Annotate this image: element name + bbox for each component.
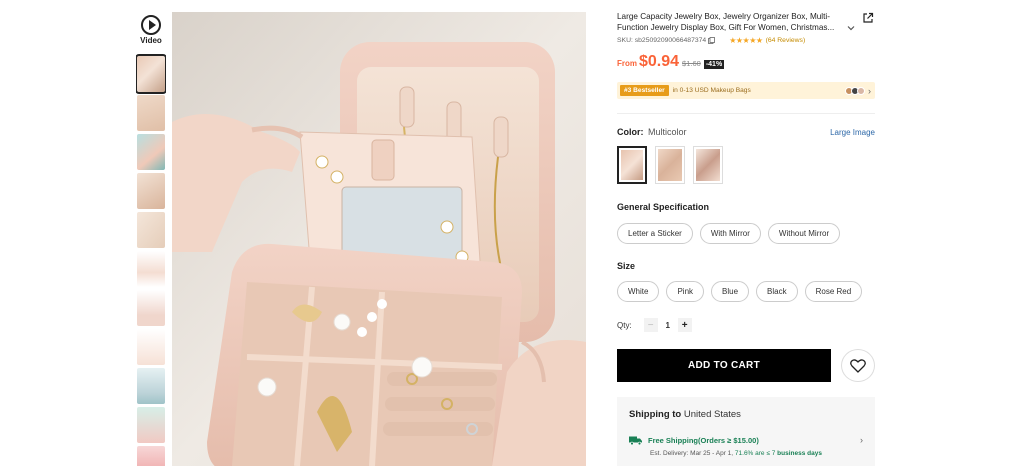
free-shipping-row[interactable]: Free Shipping(Orders ≥ $15.00) › — [629, 435, 863, 445]
video-button[interactable]: Video — [136, 15, 166, 53]
reviews-link[interactable]: (64 Reviews) — [766, 37, 806, 44]
discount-badge: -41% — [703, 60, 725, 69]
size-option-black[interactable]: Black — [756, 281, 798, 302]
mini-product-image — [857, 86, 865, 95]
qty-plus-button[interactable]: + — [677, 318, 692, 332]
color-swatch-3[interactable] — [693, 146, 723, 184]
est-delivery-text: Est. Delivery: Mar 25 - Apr 1, — [650, 450, 734, 457]
copy-icon[interactable] — [708, 37, 716, 44]
thumbnail-8[interactable] — [137, 329, 165, 365]
thumbnail-1[interactable] — [136, 54, 166, 94]
price-prefix: From — [617, 59, 637, 68]
size-title: Size — [617, 261, 636, 271]
swatch-image — [658, 149, 682, 181]
sku-text: SKU: sb25092090066487374 — [617, 37, 707, 44]
title-row: Large Capacity Jewelry Box, Jewelry Orga… — [617, 12, 875, 33]
share-icon[interactable] — [862, 12, 874, 24]
bestseller-badge: #3 Bestseller — [620, 85, 669, 96]
thumbnail-10[interactable] — [137, 407, 165, 443]
shipping-title: Shipping to — [629, 409, 682, 420]
qty-label: Qty: — [617, 320, 632, 330]
color-swatch-1[interactable] — [617, 146, 647, 184]
spec-title: General Specification — [617, 202, 710, 212]
chevron-down-icon[interactable] — [846, 24, 856, 32]
spec-option-without-mirror[interactable]: Without Mirror — [767, 223, 841, 244]
large-image-link[interactable]: Large Image — [830, 128, 875, 137]
thumbnail-4[interactable] — [137, 173, 165, 209]
thumbnail-column: Video — [136, 12, 166, 466]
color-swatches — [617, 146, 731, 184]
est-delivery-days: business days — [777, 450, 822, 457]
thumbnail-5[interactable] — [137, 212, 165, 248]
spec-option-with-mirror[interactable]: With Mirror — [699, 223, 761, 244]
heart-icon — [850, 358, 866, 373]
thumbnail-3[interactable] — [137, 134, 165, 170]
thumbnail-6[interactable] — [137, 251, 165, 287]
thumbnail-7[interactable] — [137, 290, 165, 326]
thumbnail-11[interactable] — [137, 446, 165, 466]
shipping-section: Shipping to United States Free Shipping(… — [617, 397, 875, 466]
color-label: Color: — [617, 127, 644, 137]
jewelry-box-illustration — [172, 12, 586, 466]
add-to-cart-button[interactable]: ADD TO CART — [617, 349, 831, 382]
wishlist-button[interactable] — [841, 349, 875, 382]
price-row: From $0.94 $1.60 -41% — [617, 53, 725, 71]
qty-value[interactable]: 1 — [658, 321, 678, 330]
color-row: Color: Multicolor Large Image — [617, 127, 875, 137]
chevron-right-icon: › — [868, 85, 871, 96]
thumbnail-2[interactable] — [137, 95, 165, 131]
product-info-panel: Large Capacity Jewelry Box, Jewelry Orga… — [617, 0, 877, 466]
bestseller-thumbnails: › — [845, 85, 871, 96]
meta-row: SKU: sb25092090066487374 ★★★★★ (64 Revie… — [617, 36, 877, 45]
est-delivery-percent: 71.6% are ≤ 7 — [734, 450, 776, 457]
free-shipping-text: Free Shipping(Orders ≥ $15.00) — [648, 435, 759, 445]
rating-stars: ★★★★★ — [729, 36, 763, 45]
spec-option-letter-sticker[interactable]: Letter a Sticker — [617, 223, 693, 244]
size-option-rose-red[interactable]: Rose Red — [804, 281, 863, 302]
size-options: White Pink Blue Black Rose Red — [617, 281, 869, 302]
product-title: Large Capacity Jewelry Box, Jewelry Orga… — [617, 12, 835, 32]
color-swatch-2[interactable] — [655, 146, 685, 184]
video-label: Video — [140, 36, 162, 45]
bestseller-banner[interactable]: #3 Bestseller in 0-13 USD Makeup Bags › — [617, 82, 875, 99]
thumbnail-9[interactable] — [137, 368, 165, 404]
spec-options: Letter a Sticker With Mirror Without Mir… — [617, 223, 847, 244]
quantity-stepper: Qty: − 1 + — [617, 318, 692, 332]
size-option-blue[interactable]: Blue — [711, 281, 750, 302]
shipping-heading: Shipping to United States — [629, 409, 741, 420]
divider — [617, 113, 875, 114]
size-option-white[interactable]: White — [617, 281, 660, 302]
qty-minus-button[interactable]: − — [643, 318, 658, 332]
play-icon — [141, 15, 161, 35]
shipping-destination[interactable]: United States — [684, 409, 741, 420]
swatch-image — [696, 149, 720, 181]
main-product-image[interactable] — [172, 12, 586, 466]
chevron-right-icon: › — [860, 435, 863, 445]
current-price: $0.94 — [639, 53, 680, 70]
truck-icon — [629, 436, 642, 445]
estimated-delivery: Est. Delivery: Mar 25 - Apr 1, 71.6% are… — [650, 450, 822, 457]
color-value: Multicolor — [648, 127, 687, 137]
swatch-image — [621, 150, 643, 180]
size-option-pink[interactable]: Pink — [666, 281, 705, 302]
original-price: $1.60 — [682, 59, 701, 68]
bestseller-category: in 0-13 USD Makeup Bags — [672, 87, 751, 94]
